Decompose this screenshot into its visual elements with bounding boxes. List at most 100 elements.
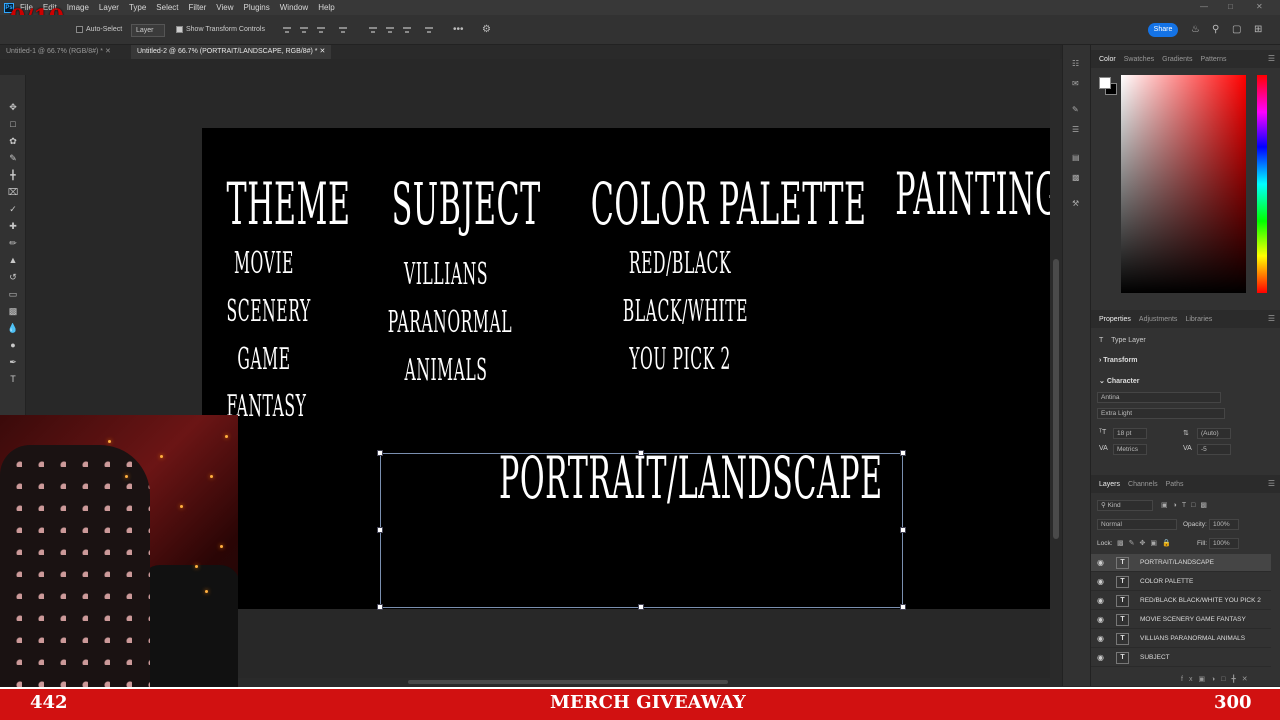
move-tool-icon[interactable]: ✥: [7, 101, 19, 113]
menu-filter[interactable]: Filter: [189, 3, 207, 12]
frame-tool-icon[interactable]: ⌧: [7, 186, 19, 198]
theme-heading[interactable]: THEME: [227, 170, 350, 238]
tab-adjustments[interactable]: Adjustments: [1139, 316, 1178, 323]
tab-untitled-1[interactable]: Untitled-1 @ 66.7% (RGB/8#) * ✕: [0, 45, 117, 59]
tab-channels[interactable]: Channels: [1128, 481, 1158, 488]
transform-handle-tr[interactable]: [900, 450, 906, 456]
transform-bounding-box[interactable]: [380, 453, 903, 608]
align-left-icon[interactable]: [282, 25, 292, 35]
more-options-icon[interactable]: •••: [453, 24, 464, 35]
palette-item-you-pick-2[interactable]: YOU PICK 2: [628, 342, 732, 377]
libraries-icon[interactable]: ▩: [1072, 173, 1080, 182]
panel-menu-icon[interactable]: ☰: [1268, 54, 1275, 63]
align-middle-icon[interactable]: [385, 25, 395, 35]
type-tool-icon[interactable]: T: [7, 373, 19, 385]
close-icon[interactable]: ✕: [1256, 2, 1263, 11]
subject-item-animals[interactable]: ANIMALS: [398, 353, 494, 388]
color-palette-heading[interactable]: COLOR PALETTE: [591, 170, 866, 238]
eyedropper-tool-icon[interactable]: ✓: [7, 203, 19, 215]
tab-patterns[interactable]: Patterns: [1200, 56, 1226, 63]
brush-tool-icon[interactable]: ✏: [7, 237, 19, 249]
search-icon[interactable]: ⚲: [1212, 24, 1219, 35]
visibility-eye-icon[interactable]: ◉: [1097, 596, 1104, 605]
menu-layer[interactable]: Layer: [99, 3, 119, 12]
quick-select-tool-icon[interactable]: ✎: [7, 152, 19, 164]
font-family-select[interactable]: Antina: [1097, 392, 1221, 403]
layer-select-dropdown[interactable]: Layer: [131, 24, 165, 37]
tab-layers[interactable]: Layers: [1099, 481, 1120, 488]
layer-row[interactable]: ◉ T MOVIE SCENERY GAME FANTASY: [1091, 611, 1271, 629]
visibility-eye-icon[interactable]: ◉: [1097, 577, 1104, 586]
leading-field[interactable]: (Auto): [1197, 428, 1231, 439]
align-bottom-icon[interactable]: [402, 25, 412, 35]
tab-untitled-2[interactable]: Untitled-2 @ 66.7% (PORTRAIT/LANDSCAPE, …: [131, 45, 332, 59]
tab-color[interactable]: Color: [1099, 56, 1116, 63]
layer-filter-icons[interactable]: ▣◑T□▩: [1161, 501, 1212, 509]
marquee-tool-icon[interactable]: □: [7, 118, 19, 130]
show-transform-checkbox[interactable]: Show Transform Controls: [176, 26, 265, 33]
properties-icon[interactable]: ▤: [1072, 153, 1080, 162]
blend-mode-select[interactable]: Normal: [1097, 519, 1177, 530]
tab-properties[interactable]: Properties: [1099, 316, 1131, 323]
menu-type[interactable]: Type: [129, 3, 146, 12]
align-center-icon[interactable]: [299, 25, 309, 35]
distribute-icon[interactable]: [338, 25, 348, 35]
layer-row[interactable]: ◉ T COLOR PALETTE: [1091, 573, 1271, 591]
subject-heading[interactable]: SUBJECT: [392, 170, 541, 238]
transform-handle-tl[interactable]: [377, 450, 383, 456]
scroll-thumb[interactable]: [408, 680, 728, 684]
tab-swatches[interactable]: Swatches: [1124, 56, 1154, 63]
adjust-icon[interactable]: ☰: [1072, 125, 1079, 134]
align-right-icon[interactable]: [316, 25, 326, 35]
settings-gear-icon[interactable]: ⚙: [482, 24, 491, 35]
layer-row[interactable]: ◉ T RED/BLACK BLACK/WHITE YOU PICK 2: [1091, 592, 1271, 610]
eraser-tool-icon[interactable]: ▭: [7, 288, 19, 300]
tab-close-icon[interactable]: ✕: [319, 48, 325, 55]
painting-heading[interactable]: PAINTING: [895, 160, 1050, 228]
menu-image[interactable]: Image: [67, 3, 89, 12]
menu-window[interactable]: Window: [280, 3, 308, 12]
theme-item-scenery[interactable]: SCENERY: [227, 294, 311, 329]
lock-icons[interactable]: ▩✎✥▣🔒: [1117, 539, 1176, 547]
menu-view[interactable]: View: [216, 3, 233, 12]
visibility-eye-icon[interactable]: ◉: [1097, 615, 1104, 624]
palette-item-black-white[interactable]: BLACK/WHITE: [623, 294, 748, 329]
theme-item-movie[interactable]: MOVIE: [227, 246, 302, 281]
align-top-icon[interactable]: [368, 25, 378, 35]
character-section[interactable]: ⌄ Character: [1099, 377, 1140, 385]
hue-slider[interactable]: [1257, 75, 1267, 293]
theme-item-game[interactable]: GAME: [227, 342, 302, 377]
visibility-eye-icon[interactable]: ◉: [1097, 558, 1104, 567]
tools-icon[interactable]: ⚒: [1072, 199, 1079, 208]
transform-handle-tc[interactable]: [638, 450, 644, 456]
foreground-color-swatch[interactable]: [1099, 77, 1111, 89]
panel-menu-icon[interactable]: ☰: [1268, 314, 1275, 323]
tab-gradients[interactable]: Gradients: [1162, 56, 1192, 63]
maximize-icon[interactable]: □: [1228, 2, 1233, 11]
tab-close-icon[interactable]: ✕: [105, 48, 111, 55]
layer-row[interactable]: ◉ T SUBJECT: [1091, 649, 1271, 667]
tracking-field[interactable]: -5: [1197, 444, 1231, 455]
tab-libraries[interactable]: Libraries: [1185, 316, 1212, 323]
lasso-tool-icon[interactable]: ✿: [7, 135, 19, 147]
color-picker-field[interactable]: [1121, 75, 1246, 293]
blur-tool-icon[interactable]: 💧: [7, 322, 19, 334]
gradient-tool-icon[interactable]: ▩: [7, 305, 19, 317]
layer-footer-icons[interactable]: fx▣◑□╋✕: [1181, 675, 1254, 683]
healing-brush-icon[interactable]: ✚: [7, 220, 19, 232]
visibility-eye-icon[interactable]: ◉: [1097, 634, 1104, 643]
subject-item-paranormal[interactable]: PARANORMAL: [388, 305, 512, 340]
share-button[interactable]: Share: [1148, 23, 1178, 37]
horizontal-scrollbar[interactable]: [238, 678, 1050, 686]
transform-handle-br[interactable]: [900, 604, 906, 610]
menu-select[interactable]: Select: [156, 3, 178, 12]
auto-select-checkbox[interactable]: Auto-Select: [76, 26, 122, 33]
layer-row[interactable]: ◉ T PORTRAIT/LANDSCAPE: [1091, 554, 1271, 572]
history-icon[interactable]: ☷: [1072, 59, 1079, 68]
transform-handle-bl[interactable]: [377, 604, 383, 610]
pen-tool-icon[interactable]: ✒: [7, 356, 19, 368]
font-size-field[interactable]: 18 pt: [1113, 428, 1147, 439]
transform-handle-ml[interactable]: [377, 527, 383, 533]
panel-menu-icon[interactable]: ☰: [1268, 479, 1275, 488]
comments-icon[interactable]: ✉: [1072, 79, 1079, 88]
